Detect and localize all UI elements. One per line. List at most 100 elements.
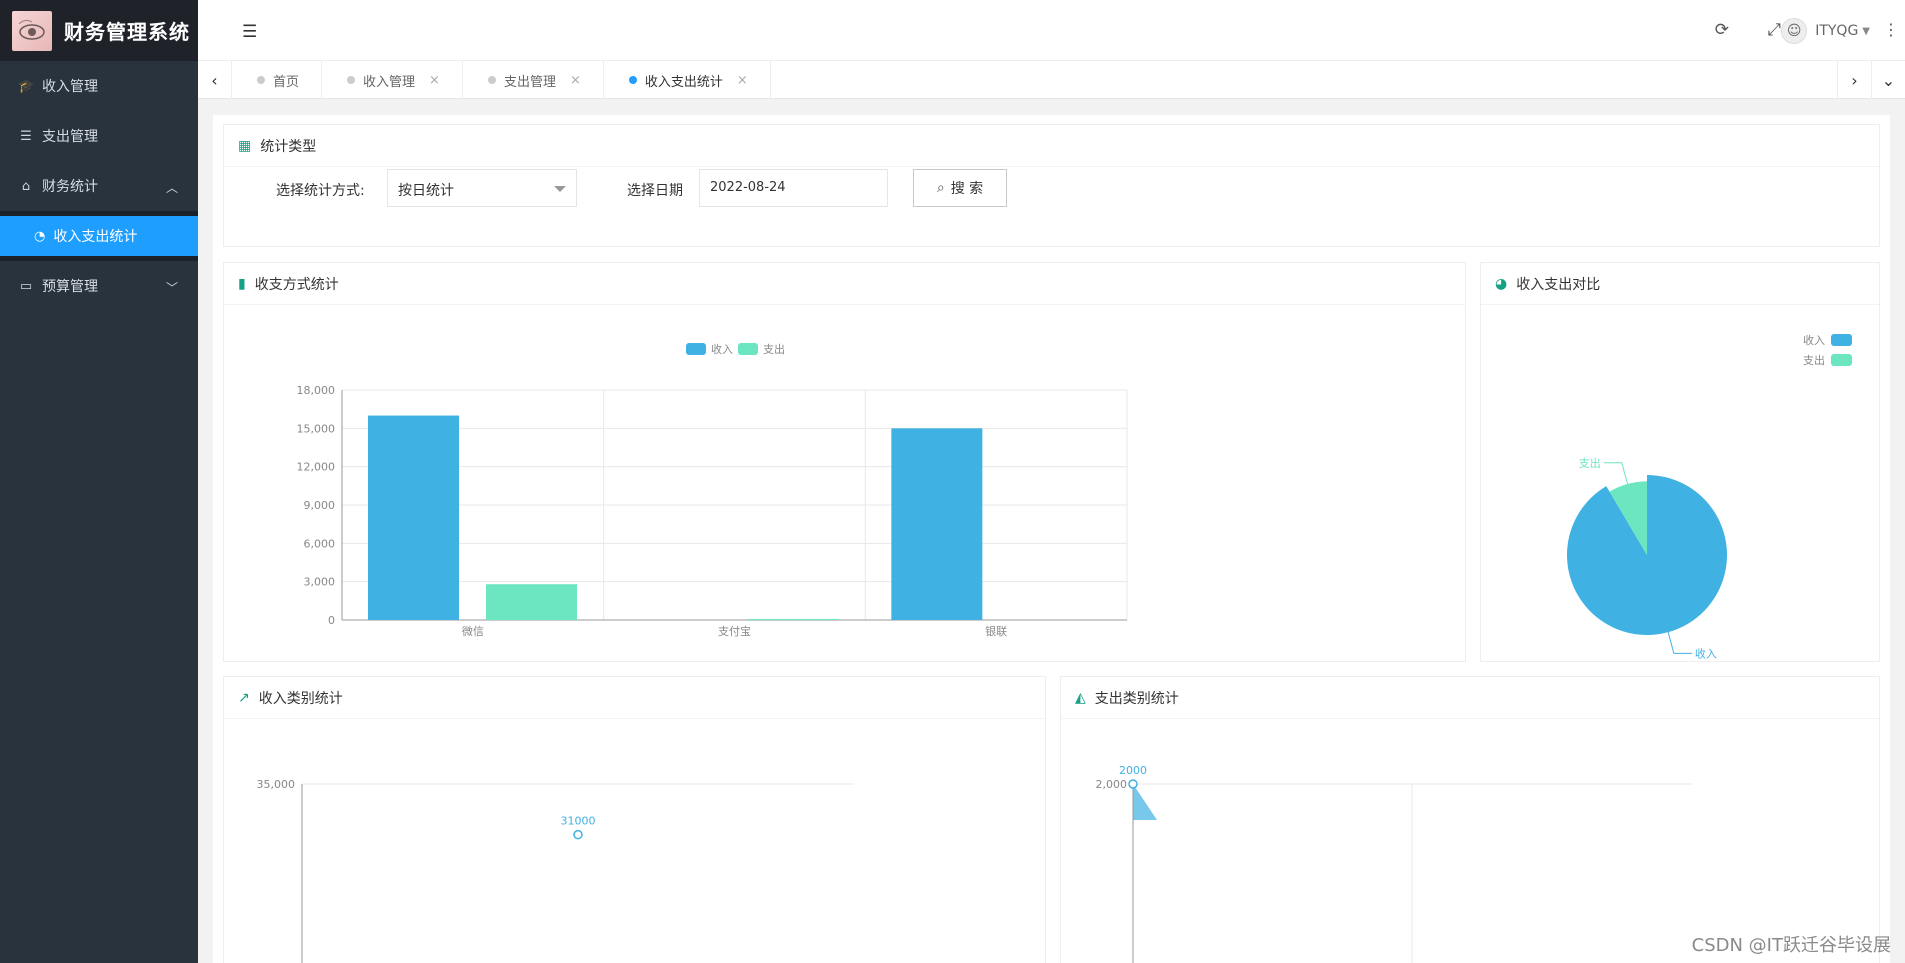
legend-label: 支出 [763, 342, 785, 356]
refresh-icon[interactable]: ⟳ [1715, 20, 1729, 40]
caret-down-icon: ▼ [1862, 25, 1870, 37]
date-input-value: 2022-08-24 [710, 180, 786, 195]
bar [891, 428, 983, 620]
server-icon: ☰ [20, 128, 32, 144]
y-tick-label: 15,000 [297, 422, 336, 435]
user-name: ITYQG [1815, 23, 1859, 39]
income-expense-pie-chart: 收入支出收入支出 [1567, 333, 1852, 660]
y-tick-label: 6,000 [304, 537, 336, 550]
legend-label: 收入 [711, 342, 733, 356]
graduation-cap-icon: 🎓 [18, 78, 35, 94]
card-title: 收入支出对比 [1516, 276, 1601, 293]
filter-form: 选择统计方式: 按日统计 选择日期 2022-08-24 ⌕ 搜 索 [224, 169, 1879, 227]
tab-income-expense-stats[interactable]: 收入支出统计 × [604, 61, 771, 99]
y-tick-label: 2,000 [1096, 778, 1128, 791]
income-category-line-chart: 35,000 31000 [257, 778, 854, 963]
tab-home[interactable]: 首页 [232, 61, 323, 99]
bar [747, 618, 839, 620]
sidebar-item-label: 收入管理 [42, 79, 98, 95]
tab-scroll-right-icon[interactable]: › [1837, 61, 1871, 99]
legend-label: 支出 [1803, 353, 1825, 367]
watermark: CSDN @IT跃迁谷毕设展 [1691, 935, 1891, 956]
menu-toggle-icon[interactable]: ☰ [242, 22, 257, 42]
area-chart-icon: ◭ [1075, 689, 1086, 706]
filter-card: ▦ 统计类型 选择统计方式: 按日统计 选择日期 2022-08-24 ⌕ 搜 … [223, 124, 1880, 247]
method-select-value: 按日统计 [398, 183, 454, 199]
tab-dot [347, 76, 356, 84]
legend-swatch [738, 343, 758, 355]
expense-category-card: ◭ 支出类别统计 2,000 2000 [1060, 676, 1880, 963]
sidebar-item-budget[interactable]: ▭ 预算管理 ﹀ [0, 261, 198, 311]
data-point [1128, 779, 1138, 789]
legend-swatch [686, 343, 706, 355]
income-expense-compare-card: ◕ 收入支出对比 收入 支出 收入 支出 [1480, 262, 1880, 662]
sidebar-item-label: 支出管理 [42, 129, 98, 145]
payment-method-card: ▮ 收支方式统计 收入 支出 0 3,000 6,000 9,000 12,000 15,00… [223, 262, 1466, 662]
avatar: ☺ [1781, 18, 1808, 44]
tab-label: 首页 [273, 74, 300, 90]
expense-category-area-chart: 2,0002000 [1096, 764, 1692, 963]
date-input[interactable]: 2022-08-24 [699, 169, 888, 207]
area-fill [1133, 784, 1157, 820]
card-header: ↗ 收入类别统计 [224, 677, 1045, 719]
y-tick-label: 3,000 [304, 576, 336, 589]
sidebar: 财务管理系统 🎓 收入管理 ☰ 支出管理 ⌂ 财务统计 ︿ ◔ 收入支出统计 ▭… [0, 0, 198, 963]
tab-dot [257, 76, 265, 84]
close-icon[interactable]: × [570, 73, 581, 88]
main-content: ▦ 统计类型 选择统计方式: 按日统计 选择日期 2022-08-24 ⌕ 搜 … [213, 115, 1890, 963]
grid-icon: ▦ [238, 137, 252, 154]
tab-dropdown-icon[interactable]: ⌄ [1871, 61, 1905, 99]
tab-income[interactable]: 收入管理 × [322, 61, 463, 99]
tab-label: 支出管理 [503, 74, 556, 90]
card-title: 统计类型 [260, 138, 317, 155]
tab-dot [487, 76, 496, 84]
y-tick-label: 18,000 [297, 384, 336, 397]
pie-label-line [1667, 632, 1692, 654]
legend-swatch [1831, 354, 1852, 366]
pie-label: 收入 [1695, 646, 1717, 660]
sidebar-subitem-income-expense-stats[interactable]: ◔ 收入支出统计 [0, 211, 198, 261]
date-label: 选择日期 [627, 183, 683, 199]
card-header: ▮ 收支方式统计 [224, 263, 1465, 305]
y-tick-label: 12,000 [297, 461, 336, 474]
y-tick-label: 35,000 [257, 778, 296, 791]
close-icon[interactable]: × [737, 73, 748, 88]
pie-label: 支出 [1579, 456, 1601, 470]
method-select[interactable]: 按日统计 [387, 169, 577, 207]
legend-label: 收入 [1803, 333, 1825, 347]
more-vertical-icon[interactable]: ⋮ [1883, 20, 1899, 39]
x-tick-label: 银联 [985, 624, 1007, 638]
data-label: 31000 [561, 815, 596, 828]
tab-label: 收入管理 [363, 74, 416, 90]
sidebar-item-finance-stats[interactable]: ⌂ 财务统计 ︿ [0, 161, 198, 211]
home-icon: ⌂ [21, 178, 31, 194]
fullscreen-icon[interactable]: ⤢ [1767, 20, 1781, 40]
logo: 财务管理系统 [0, 0, 198, 61]
sidebar-item-income[interactable]: 🎓 收入管理 [0, 61, 198, 111]
bar [368, 415, 459, 620]
search-button-label: 搜 索 [950, 181, 984, 197]
tab-expense[interactable]: 支出管理 × [463, 61, 604, 99]
user-menu[interactable]: ☺ ITYQG ▼ [1781, 18, 1870, 44]
search-button[interactable]: ⌕ 搜 索 [913, 169, 1007, 207]
app-title: 财务管理系统 [64, 20, 190, 44]
sidebar-item-label: 预算管理 [42, 279, 98, 295]
y-tick-label: 0 [328, 614, 335, 627]
close-icon[interactable]: × [429, 73, 440, 88]
x-tick-label: 支付宝 [718, 624, 751, 638]
sidebar-item-expense[interactable]: ☰ 支出管理 [0, 111, 198, 161]
tabs: 首页 收入管理 × 支出管理 × 收入支出统计 × [232, 61, 771, 99]
window-icon: ▭ [19, 278, 33, 294]
method-label: 选择统计方式: [276, 183, 365, 199]
pie-chart-icon: ◕ [1495, 275, 1508, 292]
card-title: 收入类别统计 [258, 690, 343, 707]
x-tick-label: 微信 [462, 624, 484, 638]
sidebar-subitem-label: 收入支出统计 [53, 229, 138, 245]
data-label: 2000 [1119, 764, 1147, 777]
card-title: 支出类别统计 [1094, 690, 1179, 707]
legend-swatch [1831, 334, 1852, 346]
tab-label: 收入支出统计 [644, 74, 723, 90]
card-header: ▦ 统计类型 [224, 125, 1879, 167]
caret-down-icon [554, 186, 566, 192]
tab-scroll-left-icon[interactable]: ‹ [198, 61, 232, 99]
